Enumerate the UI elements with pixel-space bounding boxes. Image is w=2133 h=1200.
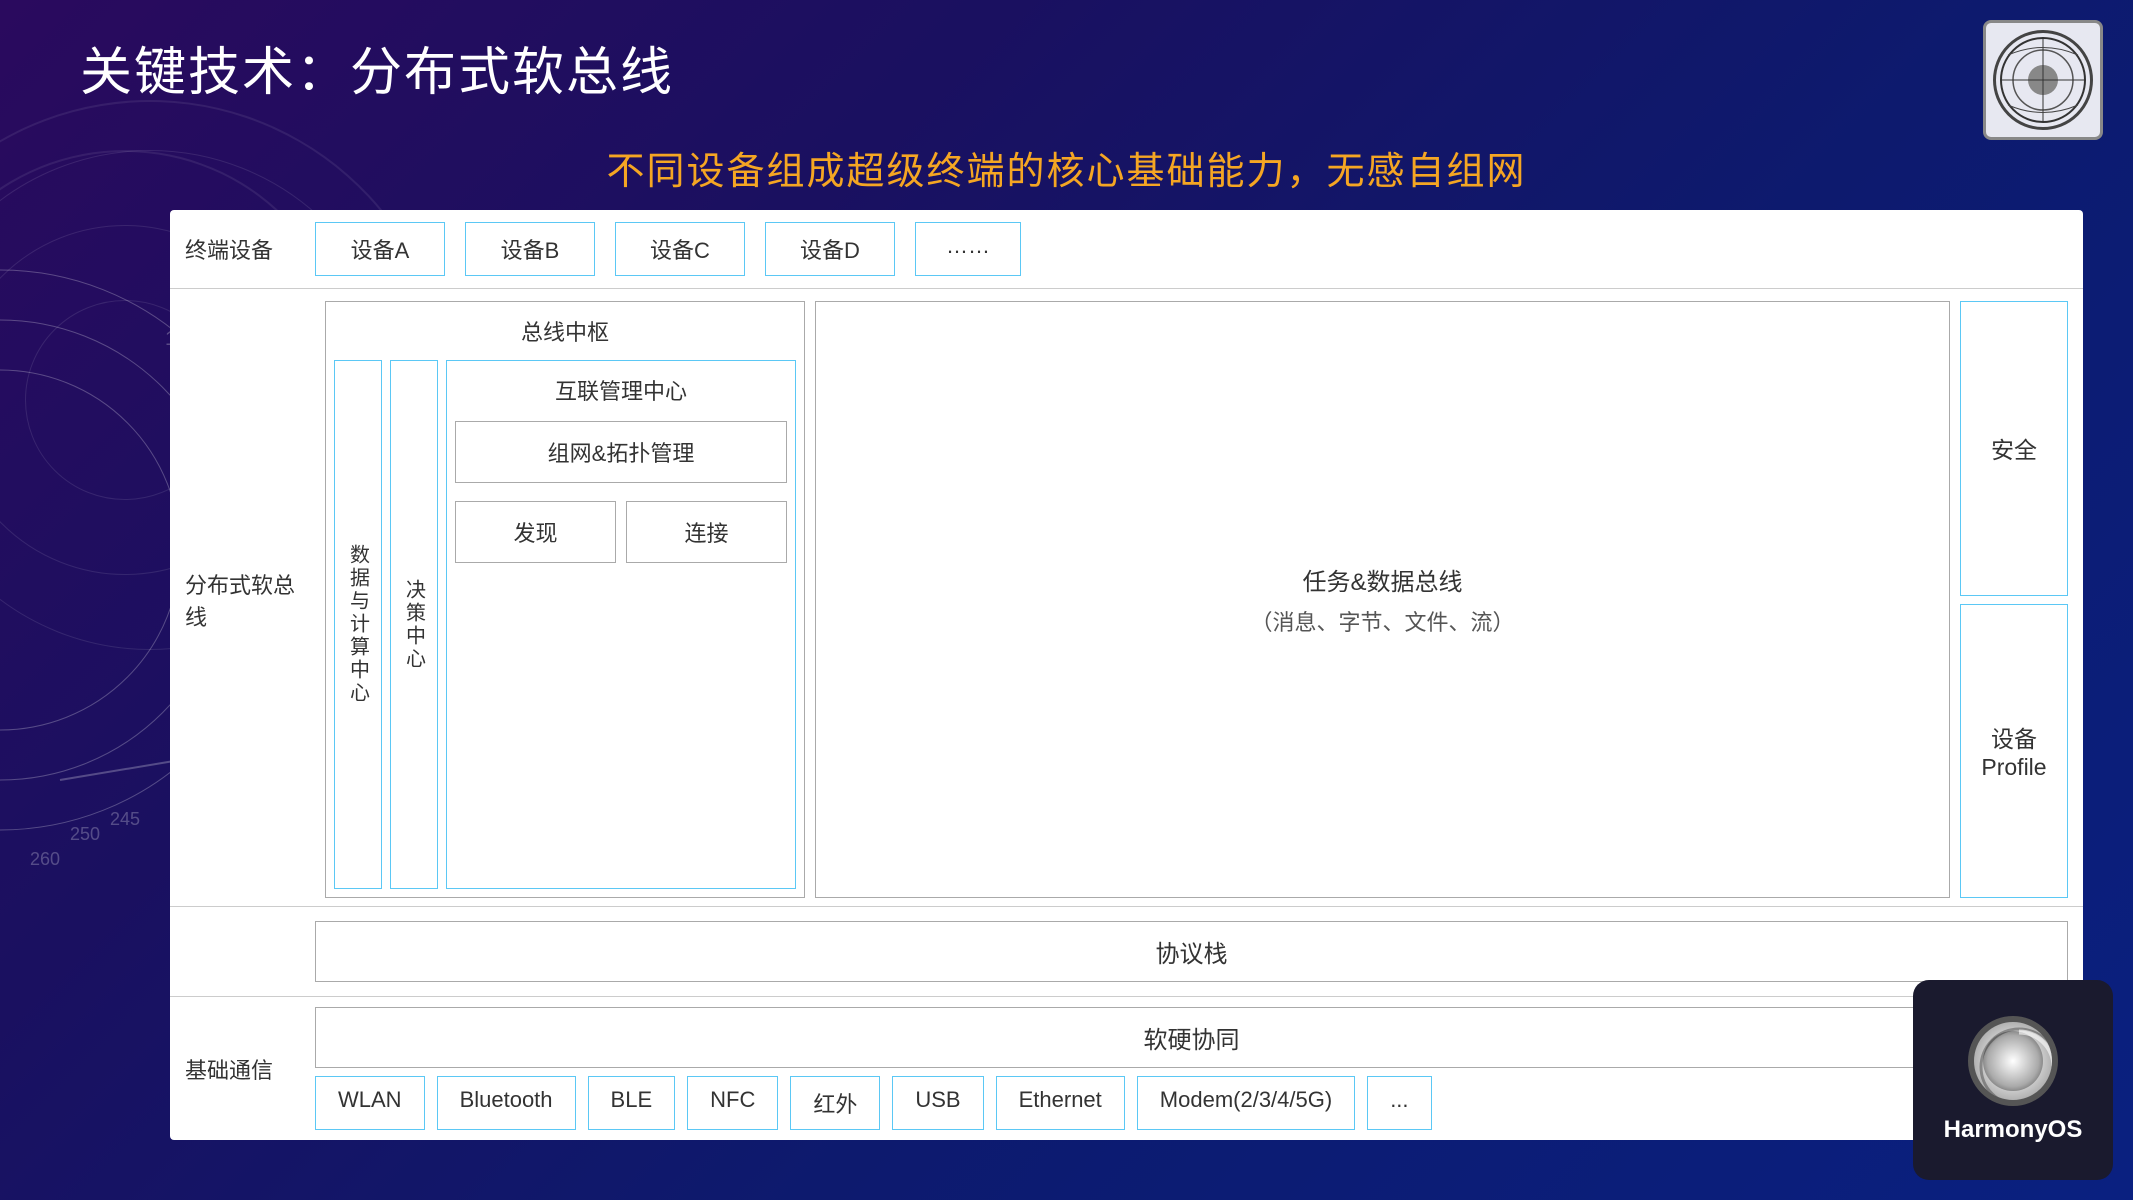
all-boxes: 总线中枢 数据与计算中心 决策中心 互联管理中心 组网&拓扑管理 发现 连接 <box>325 301 2068 898</box>
page-title: 关键技术：分布式软总线 <box>80 30 674 105</box>
profile-box: 设备Profile <box>1960 604 2068 899</box>
interconnect-title: 互联管理中心 <box>455 369 787 411</box>
main-content-row: 分布式软总线 总线中枢 数据与计算中心 决策中心 互联管理中心 组网&拓扑管理 … <box>170 289 2083 906</box>
soft-hard-box: 软硬协同 <box>315 1007 2068 1068</box>
tech-infrared: 红外 <box>790 1076 880 1130</box>
svg-text:245: 245 <box>110 809 140 829</box>
bus-hub-container: 总线中枢 数据与计算中心 决策中心 互联管理中心 组网&拓扑管理 发现 连接 <box>325 301 805 898</box>
terminals-label: 终端设备 <box>185 233 315 265</box>
logo-inner <box>1993 30 2093 130</box>
harmonyos-logo: HarmonyOS <box>1913 980 2113 1180</box>
device-b: 设备B <box>465 222 595 276</box>
task-data-bus: 任务&数据总线 （消息、字节、文件、流） <box>815 301 1950 898</box>
tech-modem: Modem(2/3/4/5G) <box>1137 1076 1355 1130</box>
interconnect-area: 互联管理中心 组网&拓扑管理 发现 连接 <box>446 360 796 889</box>
right-section: 安全 设备Profile <box>1960 301 2068 898</box>
device-c: 设备C <box>615 222 745 276</box>
harmony-circle-icon <box>1968 1016 2058 1106</box>
basic-comms-label: 基础通信 <box>185 1053 315 1085</box>
connect-btn: 连接 <box>626 501 787 563</box>
basic-comms-content: 软硬协同 WLAN Bluetooth BLE NFC 红外 USB Ether… <box>315 1007 2068 1130</box>
tech-boxes: WLAN Bluetooth BLE NFC 红外 USB Ethernet M… <box>315 1076 2068 1130</box>
task-data-subtitle: （消息、字节、文件、流） <box>1250 605 1514 637</box>
tech-wlan: WLAN <box>315 1076 425 1130</box>
tech-ethernet: Ethernet <box>996 1076 1125 1130</box>
device-boxes: 设备A 设备B 设备C 设备D …… <box>315 222 2068 276</box>
task-data-title: 任务&数据总线 <box>1250 562 1514 597</box>
tech-usb: USB <box>892 1076 983 1130</box>
topology-btn: 组网&拓扑管理 <box>455 421 787 483</box>
discover-btn: 发现 <box>455 501 616 563</box>
profile-label: 设备Profile <box>1981 720 2046 781</box>
tech-ble: BLE <box>588 1076 676 1130</box>
svg-text:260: 260 <box>30 849 60 869</box>
devices-row: 终端设备 设备A 设备B 设备C 设备D …… <box>170 210 2083 289</box>
bus-hub-title: 总线中枢 <box>334 310 796 352</box>
tech-nfc: NFC <box>687 1076 778 1130</box>
svg-text:250: 250 <box>70 824 100 844</box>
protocol-row: 协议栈 <box>170 906 2083 996</box>
device-d: 设备D <box>765 222 895 276</box>
basic-comms-row: 基础通信 软硬协同 WLAN Bluetooth BLE NFC 红外 USB … <box>170 996 2083 1140</box>
softbus-label: 分布式软总线 <box>185 301 315 898</box>
tech-bluetooth: Bluetooth <box>437 1076 576 1130</box>
decision-center-box: 决策中心 <box>390 360 438 889</box>
main-diagram: 终端设备 设备A 设备B 设备C 设备D …… 分布式软总线 总线中枢 数据与计… <box>170 210 2083 1140</box>
protocol-stack: 协议栈 <box>315 921 2068 982</box>
bus-hub-inner: 数据与计算中心 决策中心 互联管理中心 组网&拓扑管理 发现 连接 <box>334 360 796 889</box>
subtitle: 不同设备组成超级终端的核心基础能力，无感自组网 <box>0 140 2133 195</box>
device-a: 设备A <box>315 222 445 276</box>
security-box: 安全 <box>1960 301 2068 596</box>
logo-top-right <box>1983 20 2103 140</box>
device-more: …… <box>915 222 1021 276</box>
data-center-box: 数据与计算中心 <box>334 360 382 889</box>
tech-more: ... <box>1367 1076 1431 1130</box>
harmonyos-label: HarmonyOS <box>1944 1116 2083 1144</box>
